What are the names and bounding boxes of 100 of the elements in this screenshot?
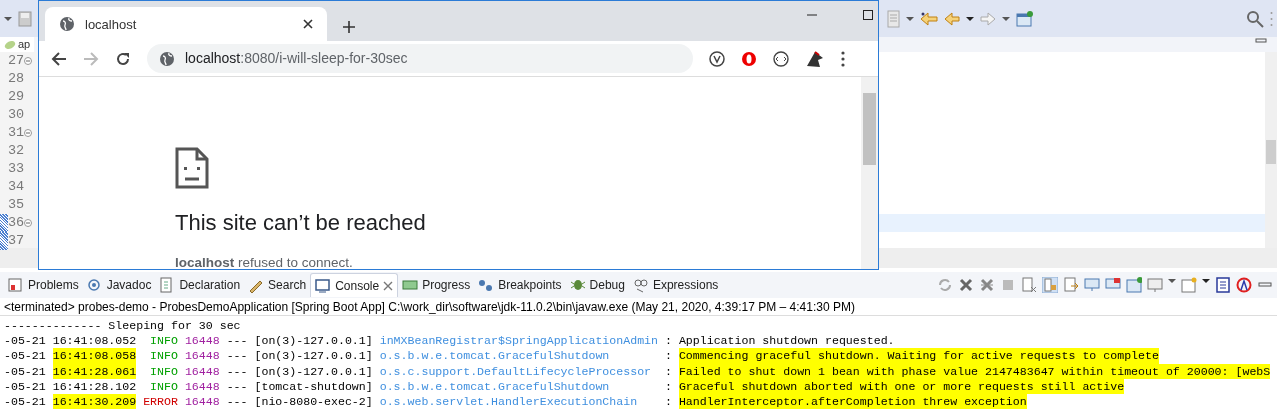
log-time: 16:41:08.052 xyxy=(52,333,137,349)
monitor-icon[interactable] xyxy=(1084,277,1100,293)
globe-icon xyxy=(59,16,75,33)
minimize-icon[interactable] xyxy=(1255,37,1267,45)
log-message: Commencing graceful shutdown. Waiting for active requests to complete xyxy=(678,348,1159,364)
scrollbar[interactable] xyxy=(1265,52,1277,248)
colon-text: : xyxy=(664,394,672,410)
thread-name: [on(3)-127.0.0.1] xyxy=(254,363,373,379)
back-icon[interactable] xyxy=(51,50,67,67)
log-level: INFO xyxy=(150,379,178,393)
panel-tab[interactable]: Problems xyxy=(4,273,83,297)
fold-icon[interactable] xyxy=(24,219,33,227)
tab-icon xyxy=(86,277,103,293)
log-date: -05-21 xyxy=(4,378,46,394)
error-message: localhost refused to connect. xyxy=(175,255,354,269)
separator-text: --- xyxy=(226,394,248,410)
globe-icon xyxy=(159,50,175,67)
colon-text: : xyxy=(664,363,672,379)
v-circle-icon[interactable] xyxy=(709,50,725,67)
fold-icon[interactable] xyxy=(24,129,33,137)
tab-icon xyxy=(569,277,586,293)
separator-text: --- xyxy=(226,333,248,349)
separator-text: --- xyxy=(226,348,248,364)
error-title: This site can’t be reached xyxy=(175,208,427,237)
process-id: 16448 xyxy=(184,333,220,349)
panel-tab[interactable]: Breakpoints xyxy=(474,273,566,297)
plus-icon[interactable] xyxy=(343,21,355,34)
close-all-icon[interactable] xyxy=(979,277,995,293)
tab-icon xyxy=(315,277,332,294)
handle-icon[interactable] xyxy=(1270,10,1273,27)
log-date: -05-21 xyxy=(4,394,46,410)
arrow-left-icon[interactable] xyxy=(920,11,938,26)
log-level: INFO xyxy=(150,349,178,363)
caret-icon[interactable] xyxy=(966,14,974,23)
log-date: -05-21 xyxy=(4,363,46,379)
process-id: 16448 xyxy=(184,378,220,394)
circle-letter-icon[interactable] xyxy=(1236,277,1252,293)
panel-tab[interactable]: Expressions xyxy=(628,273,723,297)
scrollbar[interactable] xyxy=(861,76,878,269)
bird-icon[interactable] xyxy=(805,49,825,68)
menu-icon[interactable] xyxy=(841,50,845,67)
close-icon[interactable] xyxy=(303,19,313,30)
line-number: 36 xyxy=(8,214,25,232)
panel-tab[interactable]: Debug xyxy=(565,273,629,297)
display-icon[interactable] xyxy=(1147,277,1163,293)
logger-name: o.s.b.w.e.tomcat.GracefulShutdown xyxy=(379,379,610,393)
panel-tab[interactable]: Javadoc xyxy=(82,273,156,297)
line-number: 34 xyxy=(8,178,25,196)
log-time: 16:41:28.102 xyxy=(52,378,137,394)
caret-icon[interactable] xyxy=(906,14,914,23)
tab-icon xyxy=(478,277,495,293)
colon-text: : xyxy=(664,333,672,349)
log-time: 16:41:08.058 xyxy=(52,348,137,364)
editor-tab[interactable]: ap xyxy=(0,37,35,52)
process-id: 16448 xyxy=(184,394,220,410)
log-date: -05-21 xyxy=(4,348,46,364)
log-message: HandlerInterceptor.afterCompletion threw exception xyxy=(678,394,1027,410)
sync-icon[interactable] xyxy=(937,277,953,293)
logger-name: o.s.b.w.e.tomcat.GracefulShutdown xyxy=(379,349,610,363)
separator-text: --- xyxy=(226,378,248,394)
window-pin-icon[interactable] xyxy=(1016,10,1034,27)
line-number: 33 xyxy=(8,160,25,178)
tab-icon xyxy=(632,277,649,293)
list-icon[interactable] xyxy=(1215,277,1231,293)
colon-text: : xyxy=(664,378,672,394)
ring-logo-icon[interactable] xyxy=(741,50,757,67)
log-date: -05-21 xyxy=(4,333,46,349)
console-title: <terminated> probes-demo - ProbesDemoApplication [Spring Boot App] C:\work_dir\software\jdk-11.0.2\bin\javaw.exe (May 21, 2020, 4:39:17 PM – 4:41:30 PM) xyxy=(0,298,1277,316)
line-number: 29 xyxy=(8,88,25,106)
colon-text: : xyxy=(664,348,672,364)
tab-icon xyxy=(8,277,24,293)
clear-console-icon[interactable] xyxy=(1021,277,1037,293)
line-number: 30 xyxy=(8,106,25,124)
log-message: Application shutdown requested. xyxy=(678,333,895,349)
line-number: 27 xyxy=(8,52,25,70)
maximize-icon[interactable] xyxy=(862,9,874,21)
panel-tab[interactable]: Progress xyxy=(398,273,475,297)
circle-arrows-icon[interactable] xyxy=(773,50,789,67)
arrow-left-icon[interactable] xyxy=(944,11,960,26)
console-line: -------------- Sleeping for 30 sec xyxy=(4,318,241,334)
search-icon[interactable] xyxy=(1246,9,1264,28)
panel-tab[interactable]: Console xyxy=(310,273,399,297)
address-bar[interactable]: localhost:8080/i-will-sleep-for-30sec xyxy=(147,44,693,74)
leaf-icon xyxy=(4,39,16,50)
panel-tab[interactable]: Search xyxy=(244,273,311,297)
tab-icon xyxy=(402,277,419,293)
new-window-icon[interactable] xyxy=(1181,277,1197,293)
log-level: ERROR xyxy=(143,395,178,408)
log-level: INFO xyxy=(150,364,178,378)
caret-icon[interactable] xyxy=(1002,14,1010,23)
caret-icon[interactable] xyxy=(4,14,12,23)
process-id: 16448 xyxy=(184,348,220,364)
reload-icon[interactable] xyxy=(115,50,131,67)
window-pin-icon[interactable] xyxy=(1126,277,1142,293)
scroll-lock-icon[interactable] xyxy=(1042,277,1058,293)
fold-icon[interactable] xyxy=(24,57,33,65)
panel-tab[interactable]: Declaration xyxy=(155,273,245,297)
line-number: 28 xyxy=(8,70,25,88)
forward-icon[interactable] xyxy=(83,50,99,67)
browser-tab[interactable]: localhost xyxy=(45,7,327,42)
